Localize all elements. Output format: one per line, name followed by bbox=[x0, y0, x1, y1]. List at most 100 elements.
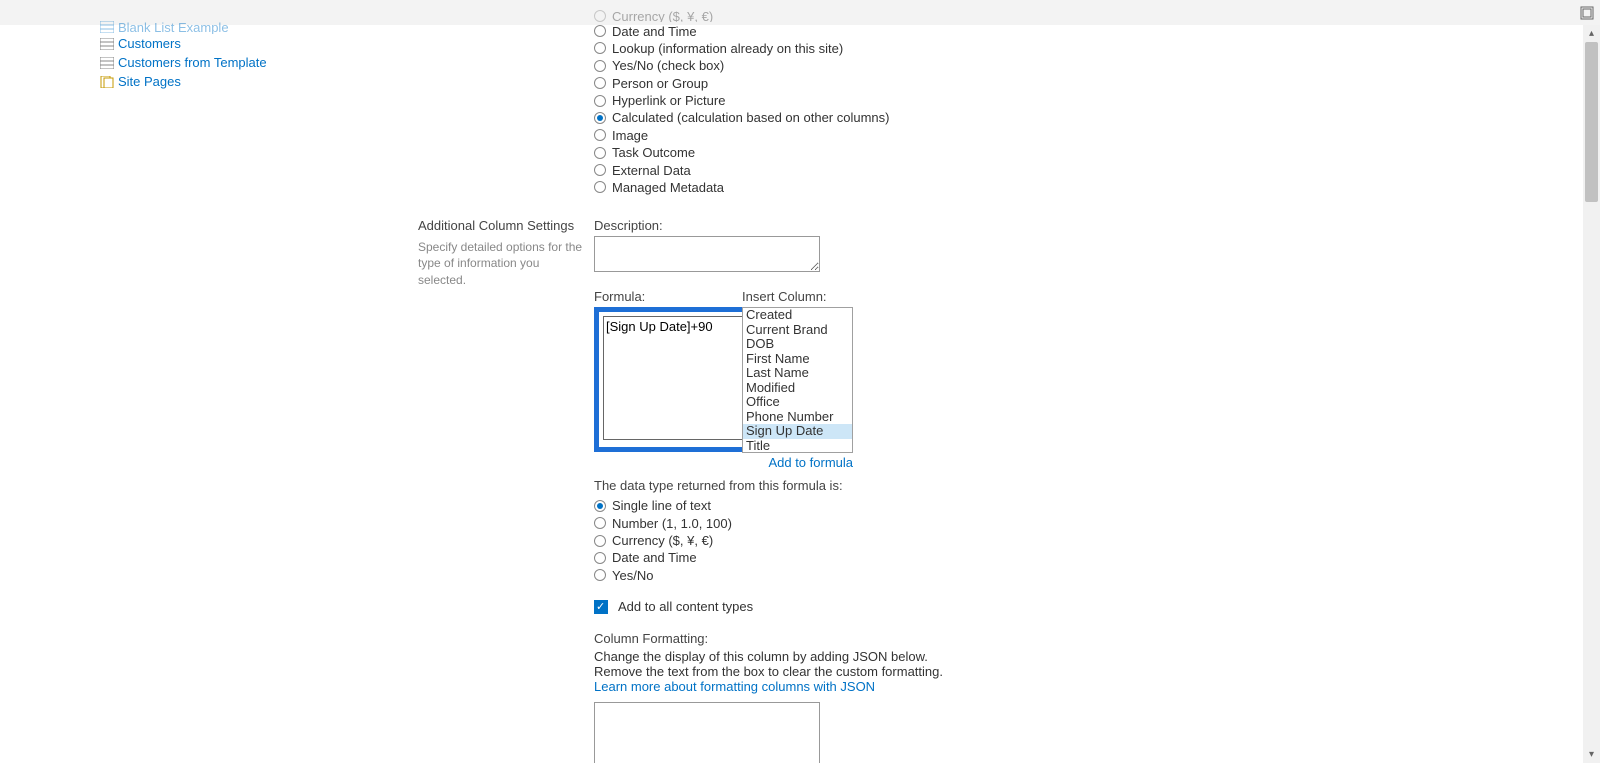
column-formatting-heading: Column Formatting: bbox=[594, 631, 1178, 646]
insert-item-title[interactable]: Title bbox=[743, 439, 852, 454]
nav-item-customers[interactable]: Customers bbox=[100, 34, 360, 53]
insert-column-label: Insert Column: bbox=[742, 289, 853, 304]
return-radio-currency[interactable]: Currency ($, ¥, €) bbox=[594, 532, 1178, 549]
add-to-content-types-checkbox[interactable] bbox=[594, 600, 608, 614]
nav-label: Blank List Example bbox=[118, 20, 229, 34]
radio-label: Person or Group bbox=[612, 76, 708, 91]
nav-label: Customers from Template bbox=[118, 55, 267, 70]
radio-label: Single line of text bbox=[612, 498, 711, 513]
column-formatting-section: Column Formatting: Change the display of… bbox=[594, 631, 1178, 763]
return-type-group: The data type returned from this formula… bbox=[594, 478, 1178, 584]
vertical-scrollbar[interactable]: ▴ ▾ bbox=[1583, 25, 1600, 763]
radio-label: Date and Time bbox=[612, 24, 697, 39]
radio-input[interactable] bbox=[594, 535, 606, 547]
add-to-content-types-label: Add to all content types bbox=[618, 599, 753, 614]
radio-label: Currency ($, ¥, €) bbox=[612, 10, 713, 22]
radio-label: Currency ($, ¥, €) bbox=[612, 533, 713, 548]
nav-label: Customers bbox=[118, 36, 181, 51]
formula-label: Formula: bbox=[594, 289, 740, 304]
radio-image[interactable]: Image bbox=[594, 127, 1178, 144]
page-body: ▴ ▾ Blank List Example Customers Custome… bbox=[0, 25, 1600, 763]
radio-label: Number (1, 1.0, 100) bbox=[612, 516, 732, 531]
radio-hyperlink-or-picture[interactable]: Hyperlink or Picture bbox=[594, 92, 1178, 109]
return-radio-yes-no[interactable]: Yes/No bbox=[594, 567, 1178, 584]
radio-label: Managed Metadata bbox=[612, 180, 724, 195]
radio-input[interactable] bbox=[594, 95, 606, 107]
radio-input[interactable] bbox=[594, 517, 606, 529]
radio-input[interactable] bbox=[594, 569, 606, 581]
radio-person-or-group[interactable]: Person or Group bbox=[594, 75, 1178, 92]
radio-yes-no-check-box[interactable]: Yes/No (check box) bbox=[594, 57, 1178, 74]
radio-input[interactable] bbox=[594, 552, 606, 564]
insert-item-created[interactable]: Created bbox=[743, 308, 852, 323]
radio-label: Yes/No bbox=[612, 568, 653, 583]
list-icon bbox=[100, 21, 114, 33]
add-to-formula-link[interactable]: Add to formula bbox=[594, 455, 853, 470]
insert-item-office[interactable]: Office bbox=[743, 395, 852, 410]
fullscreen-icon[interactable] bbox=[1580, 6, 1594, 20]
radio-managed-metadata[interactable]: Managed Metadata bbox=[594, 179, 1178, 196]
radio-label: Calculated (calculation based on other c… bbox=[612, 110, 890, 125]
nav-item-customers-from-template[interactable]: Customers from Template bbox=[100, 53, 360, 72]
column-formatting-text1: Change the display of this column by add… bbox=[594, 649, 1178, 664]
radio-input[interactable] bbox=[594, 25, 606, 37]
section-header: Additional Column Settings Specify detai… bbox=[418, 218, 594, 288]
radio-label: External Data bbox=[612, 163, 691, 178]
radio-input[interactable] bbox=[594, 147, 606, 159]
insert-item-sign-up-date[interactable]: Sign Up Date bbox=[743, 424, 852, 439]
add-to-content-types-row[interactable]: Add to all content types bbox=[594, 598, 1178, 615]
insert-item-dob[interactable]: DOB bbox=[743, 337, 852, 352]
column-type-group: Currency ($, ¥, €) Date and TimeLookup (… bbox=[594, 10, 1178, 196]
insert-item-current-brand[interactable]: Current Brand bbox=[743, 323, 852, 338]
formula-highlight-box bbox=[594, 307, 750, 452]
radio-input[interactable] bbox=[594, 42, 606, 54]
insert-item-first-name[interactable]: First Name bbox=[743, 352, 852, 367]
settings-fields: Description: Formula: Insert Column: Cre… bbox=[594, 218, 1178, 763]
list-icon bbox=[100, 57, 114, 69]
radio-lookup-information-already-on-this-site[interactable]: Lookup (information already on this site… bbox=[594, 40, 1178, 57]
return-radio-date-and-time[interactable]: Date and Time bbox=[594, 549, 1178, 566]
list-icon bbox=[100, 38, 114, 50]
return-radio-number-1-1-0-100[interactable]: Number (1, 1.0, 100) bbox=[594, 515, 1178, 532]
radio-label: Task Outcome bbox=[612, 145, 695, 160]
return-type-prompt: The data type returned from this formula… bbox=[594, 478, 1178, 493]
section-title: Additional Column Settings bbox=[418, 218, 586, 233]
radio-label: Yes/No (check box) bbox=[612, 58, 724, 73]
left-navigation: Blank List Example Customers Customers f… bbox=[100, 20, 360, 91]
radio-calculated-calculation-based-on-other-columns[interactable]: Calculated (calculation based on other c… bbox=[594, 109, 1178, 126]
insert-column-list[interactable]: CreatedCurrent BrandDOBFirst NameLast Na… bbox=[742, 307, 853, 453]
radio-task-outcome[interactable]: Task Outcome bbox=[594, 144, 1178, 161]
radio-input[interactable] bbox=[594, 77, 606, 89]
insert-item-modified[interactable]: Modified bbox=[743, 381, 852, 396]
formula-input[interactable] bbox=[603, 316, 747, 440]
return-radio-single-line-of-text[interactable]: Single line of text bbox=[594, 497, 1178, 514]
column-formatting-json-input[interactable] bbox=[594, 702, 820, 763]
radio-label: Date and Time bbox=[612, 550, 697, 565]
page-icon bbox=[100, 76, 114, 88]
scroll-down-arrow-icon[interactable]: ▾ bbox=[1583, 746, 1600, 763]
nav-item-blank-list-example[interactable]: Blank List Example bbox=[100, 20, 360, 34]
radio-external-data[interactable]: External Data bbox=[594, 161, 1178, 178]
column-formatting-text2: Remove the text from the box to clear th… bbox=[594, 664, 1178, 679]
radio-date-and-time[interactable]: Date and Time bbox=[594, 22, 1178, 39]
radio-currency[interactable]: Currency ($, ¥, €) bbox=[594, 10, 1178, 22]
description-input[interactable] bbox=[594, 236, 820, 272]
description-label: Description: bbox=[594, 218, 1178, 233]
radio-label: Hyperlink or Picture bbox=[612, 93, 725, 108]
main-content: Currency ($, ¥, €) Date and TimeLookup (… bbox=[418, 10, 1178, 763]
insert-item-last-name[interactable]: Last Name bbox=[743, 366, 852, 381]
insert-item-phone-number[interactable]: Phone Number bbox=[743, 410, 852, 425]
radio-input[interactable] bbox=[594, 181, 606, 193]
scroll-thumb[interactable] bbox=[1585, 42, 1598, 202]
radio-input[interactable] bbox=[594, 129, 606, 141]
section-description: Specify detailed options for the type of… bbox=[418, 239, 586, 288]
radio-input[interactable] bbox=[594, 10, 606, 22]
radio-input[interactable] bbox=[594, 112, 606, 124]
scroll-up-arrow-icon[interactable]: ▴ bbox=[1583, 25, 1600, 42]
nav-item-site-pages[interactable]: Site Pages bbox=[100, 72, 360, 91]
radio-input[interactable] bbox=[594, 500, 606, 512]
learn-more-link[interactable]: Learn more about formatting columns with… bbox=[594, 679, 1178, 694]
radio-input[interactable] bbox=[594, 60, 606, 72]
radio-input[interactable] bbox=[594, 164, 606, 176]
radio-label: Image bbox=[612, 128, 648, 143]
